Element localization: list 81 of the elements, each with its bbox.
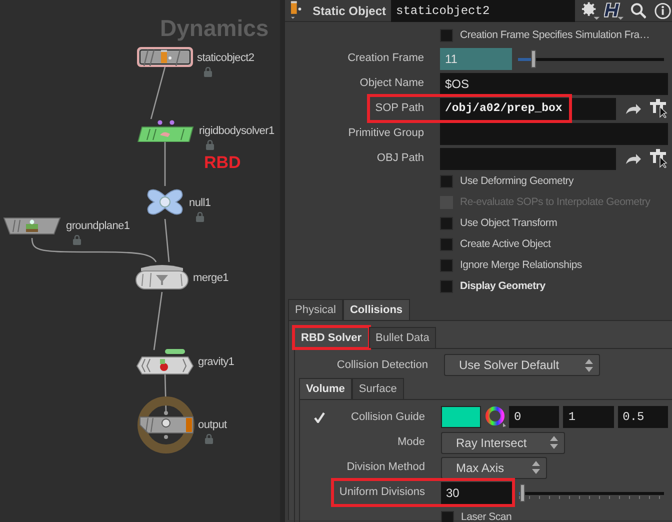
solver-node[interactable] [136, 120, 194, 142]
color-swatch[interactable] [441, 406, 481, 428]
connection-wire [150, 67, 166, 119]
node-chooser-icon[interactable] [649, 99, 668, 118]
slider-track[interactable] [518, 48, 664, 68]
tab[interactable]: Collisions [342, 299, 410, 320]
node-chooser-icon[interactable] [649, 149, 668, 168]
dropdown-menu[interactable]: Max Axis [441, 456, 547, 478]
connection-wire [153, 292, 163, 350]
parameter-label: Object Name [360, 76, 424, 92]
parameter-label: Mode [397, 435, 425, 450]
number-field[interactable]: 1 [563, 406, 614, 428]
object-type-icon[interactable] [289, 1, 303, 20]
parameter-label: Creation Frame [348, 51, 424, 66]
slider-track[interactable] [519, 482, 664, 502]
node-label: rigidbodysolver1 [199, 124, 274, 139]
slider-thumb[interactable] [530, 50, 536, 68]
parameter-label: Collision Detection [336, 358, 428, 373]
tab[interactable]: RBD Solver [294, 327, 369, 348]
checkbox-label: Display Geometry [460, 278, 546, 294]
object-node[interactable] [136, 46, 194, 68]
path-field[interactable]: /obj/a02/prep_box [440, 98, 616, 120]
number-field[interactable]: 30 [441, 482, 513, 504]
force-node[interactable] [136, 349, 194, 375]
node-label: merge1 [193, 271, 228, 286]
checkbox[interactable] [440, 175, 453, 188]
node-label: staticobject2 [197, 51, 254, 66]
number-field[interactable]: 0 [509, 406, 560, 428]
updown-arrows-icon [550, 436, 558, 449]
text-field[interactable] [440, 122, 668, 144]
connection-wire [164, 219, 170, 262]
checkbox[interactable] [440, 238, 453, 251]
tab[interactable]: Bullet Data [368, 327, 436, 348]
checkbox-label: Create Active Object [460, 236, 551, 252]
node-type-label: Static Object [312, 2, 386, 20]
checkbox[interactable] [440, 259, 453, 272]
checkbox-label: Creation Frame Specifies Simulation Fra… [460, 28, 650, 43]
merge-node[interactable] [135, 263, 189, 291]
checkbox[interactable] [441, 511, 454, 522]
parameter-label: OBJ Path [376, 151, 424, 166]
tab[interactable]: Volume [299, 378, 352, 399]
parameter-label: Collision Guide [351, 410, 425, 425]
number-field[interactable]: 11 [440, 48, 512, 70]
output-node[interactable] [136, 395, 196, 455]
groundplane-node[interactable] [3, 217, 61, 235]
parameter-label: Primitive Group [348, 126, 424, 142]
search-icon[interactable] [630, 2, 646, 19]
checkbox[interactable] [440, 29, 453, 42]
node-label: groundplane1 [66, 219, 130, 234]
checkbox[interactable] [440, 280, 453, 293]
parameter-label: Division Method [346, 460, 425, 476]
tab[interactable]: Surface [352, 378, 404, 399]
path-field[interactable] [440, 148, 616, 170]
number-field[interactable]: 0.5 [618, 406, 668, 428]
checkbox-label: Use Deforming Geometry [460, 174, 574, 189]
text-field[interactable]: $OS [440, 72, 668, 94]
jump-arrow-icon[interactable] [624, 102, 642, 116]
checkbox-label: Laser Scan [461, 510, 512, 522]
color-wheel-icon[interactable] [485, 406, 507, 428]
parameter-label: Uniform Divisions [339, 485, 425, 500]
slider-thumb[interactable] [520, 484, 525, 502]
node-label: output [198, 418, 227, 433]
connection-wire [164, 140, 166, 186]
node-name-field[interactable]: staticobject2 [391, 0, 575, 22]
checkbox-label: Use Object Transform [460, 216, 558, 231]
dropdown-menu[interactable]: Use Solver Default [444, 354, 600, 376]
null-node[interactable] [145, 187, 185, 217]
jump-arrow-icon[interactable] [624, 152, 642, 166]
gear-icon[interactable] [580, 0, 600, 20]
parameter-label: SOP Path [375, 101, 424, 116]
info-icon[interactable] [654, 2, 672, 20]
checkbox[interactable] [440, 217, 453, 230]
annotation-text: RBD [204, 152, 241, 174]
dropdown-menu[interactable]: Ray Intersect [441, 432, 565, 454]
node-label: null1 [189, 196, 211, 211]
updown-arrows-icon [532, 461, 540, 474]
updown-arrows-icon [585, 358, 593, 372]
tab[interactable]: Physical [288, 299, 343, 320]
node-label: gravity1 [198, 355, 234, 370]
checkbox-label: Ignore Merge Relationships [460, 258, 582, 273]
help-h-icon[interactable] [604, 0, 624, 20]
